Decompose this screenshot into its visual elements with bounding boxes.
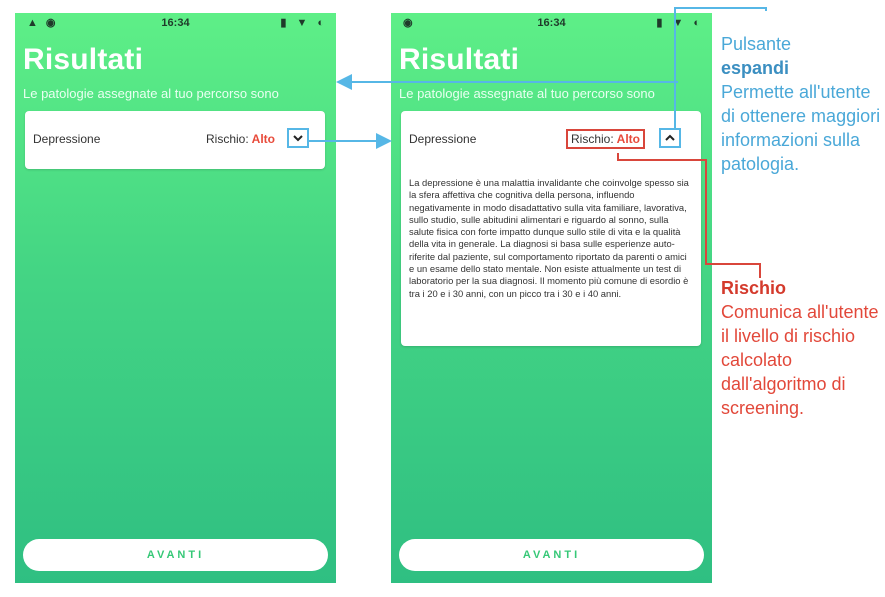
battery-icon: ◐ — [693, 17, 700, 29]
page-title: Risultati — [399, 43, 520, 76]
chevron-up-icon — [665, 134, 675, 141]
pathology-card-expanded[interactable]: Depressione Rischio: Alto La depressione … — [401, 111, 701, 346]
annotation-expand-line1: Pulsante — [721, 34, 792, 54]
annotation-expand-text: Permette all'utente di ottenere maggiori… — [721, 82, 881, 174]
vibrate-icon: ▮ — [656, 17, 663, 29]
annotation-expand: Pulsante espandi Permette all'utente di … — [721, 32, 881, 176]
wifi-icon: ▼ — [296, 17, 308, 29]
pathology-name: Depressione — [33, 132, 101, 146]
page-title: Risultati — [23, 43, 144, 76]
pathology-row: Depressione Rischio: Alto — [401, 111, 701, 169]
risk-indicator: Rischio: Alto — [206, 130, 275, 148]
risk-value: Alto — [616, 132, 640, 146]
vibrate-icon: ▮ — [280, 17, 287, 29]
pathology-name: Depressione — [409, 132, 477, 146]
annotation-risk: Rischio Comunica all'utente il livello d… — [721, 276, 881, 420]
pathology-card[interactable]: Depressione Rischio: Alto — [25, 111, 325, 169]
phone-screen-expanded: ◉ 16:34 ▮ ▼ ◐ Risultati Le patologie ass… — [391, 13, 712, 583]
risk-label: Rischio: — [570, 132, 614, 146]
wifi-icon: ▼ — [672, 17, 684, 29]
status-bar: ◉ 16:34 ▮ ▼ ◐ — [391, 13, 712, 33]
annotation-risk-title: Rischio — [721, 278, 787, 298]
pathology-row: Depressione Rischio: Alto — [25, 111, 325, 169]
page-subtitle: Le patologie assegnate al tuo percorso s… — [399, 86, 655, 101]
risk-indicator-highlighted: Rischio: Alto — [565, 129, 645, 149]
battery-icon: ◐ — [317, 17, 324, 29]
chevron-down-icon — [293, 135, 303, 142]
status-bar: ▲ ◉ 16:34 ▮ ▼ ◐ — [15, 13, 336, 33]
collapse-button[interactable] — [659, 128, 681, 148]
next-button[interactable]: AVANTI — [399, 539, 704, 571]
page-subtitle: Le patologie assegnate al tuo percorso s… — [23, 86, 279, 101]
annotation-expand-title: espandi — [721, 58, 790, 78]
risk-value: Alto — [251, 132, 275, 146]
pathology-description: La depressione è una malattia invalidant… — [409, 177, 689, 299]
next-button[interactable]: AVANTI — [23, 539, 328, 571]
risk-label: Rischio: — [205, 132, 249, 146]
expand-button[interactable] — [287, 128, 309, 148]
annotation-risk-text: Comunica all'utente il livello di rischi… — [721, 302, 879, 418]
phone-screen-collapsed: ▲ ◉ 16:34 ▮ ▼ ◐ Risultati Le patologie a… — [15, 13, 336, 583]
